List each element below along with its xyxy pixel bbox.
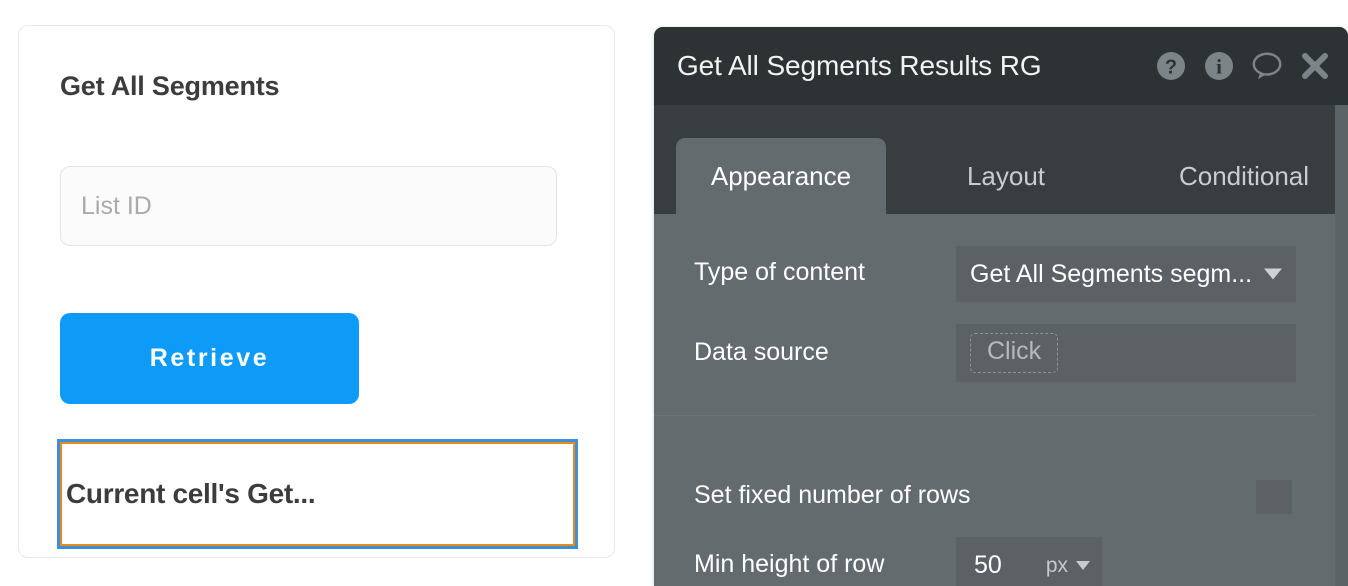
panel-scrollbar[interactable] (1335, 105, 1348, 586)
property-editor-panel: Get All Segments Results RG ? i Appearan… (654, 27, 1348, 586)
label-min-height-of-row: Min height of row (694, 550, 885, 578)
list-id-placeholder: List ID (81, 192, 152, 220)
current-cell-label: Current cell's Get... (66, 478, 316, 509)
section-divider (654, 415, 1314, 416)
page-title: Get All Segments (60, 71, 280, 101)
min-height-unit-label: px (1045, 553, 1068, 577)
chevron-down-icon (1264, 268, 1282, 280)
type-of-content-dropdown[interactable]: Get All Segments segm... (956, 246, 1296, 302)
svg-text:i: i (1216, 55, 1222, 79)
selection-highlight: Current cell's Get... (60, 442, 575, 546)
panel-header: Get All Segments Results RG ? i (654, 27, 1348, 105)
tab-layout[interactable]: Layout (916, 138, 1096, 214)
min-height-unit-selector[interactable]: px (1046, 537, 1090, 586)
tab-conditional[interactable]: Conditional (1134, 138, 1348, 214)
set-fixed-number-of-rows-checkbox[interactable] (1256, 480, 1292, 514)
panel-header-icons: ? i (1154, 27, 1332, 105)
preview-card: Get All Segments List ID Retrieve Curren… (18, 25, 615, 558)
info-icon[interactable]: i (1202, 49, 1236, 83)
label-set-fixed-number-of-rows: Set fixed number of rows (694, 481, 971, 509)
type-of-content-value: Get All Segments segm... (970, 259, 1253, 288)
tab-appearance[interactable]: Appearance (676, 138, 886, 214)
panel-tabbar: Appearance Layout Conditional (654, 105, 1348, 214)
data-source-click-chip[interactable]: Click (970, 333, 1059, 373)
comment-icon[interactable] (1250, 49, 1284, 83)
min-height-of-row-input[interactable]: 50 px (956, 537, 1102, 586)
svg-text:?: ? (1165, 57, 1177, 79)
min-height-of-row-value: 50 (974, 551, 1002, 579)
retrieve-button[interactable]: Retrieve (60, 313, 359, 404)
panel-title: Get All Segments Results RG (677, 50, 1042, 81)
data-source-field[interactable]: Click (956, 324, 1296, 382)
panel-body: Type of content Get All Segments segm...… (654, 214, 1348, 586)
list-id-input[interactable]: List ID (60, 166, 557, 246)
label-data-source: Data source (694, 338, 829, 366)
screen-root: Get All Segments List ID Retrieve Curren… (0, 0, 1348, 586)
close-icon[interactable] (1298, 49, 1332, 83)
selected-text-element[interactable]: Current cell's Get... (57, 439, 578, 549)
label-type-of-content: Type of content (694, 258, 865, 286)
chevron-down-icon (1076, 561, 1090, 570)
help-icon[interactable]: ? (1154, 49, 1188, 83)
